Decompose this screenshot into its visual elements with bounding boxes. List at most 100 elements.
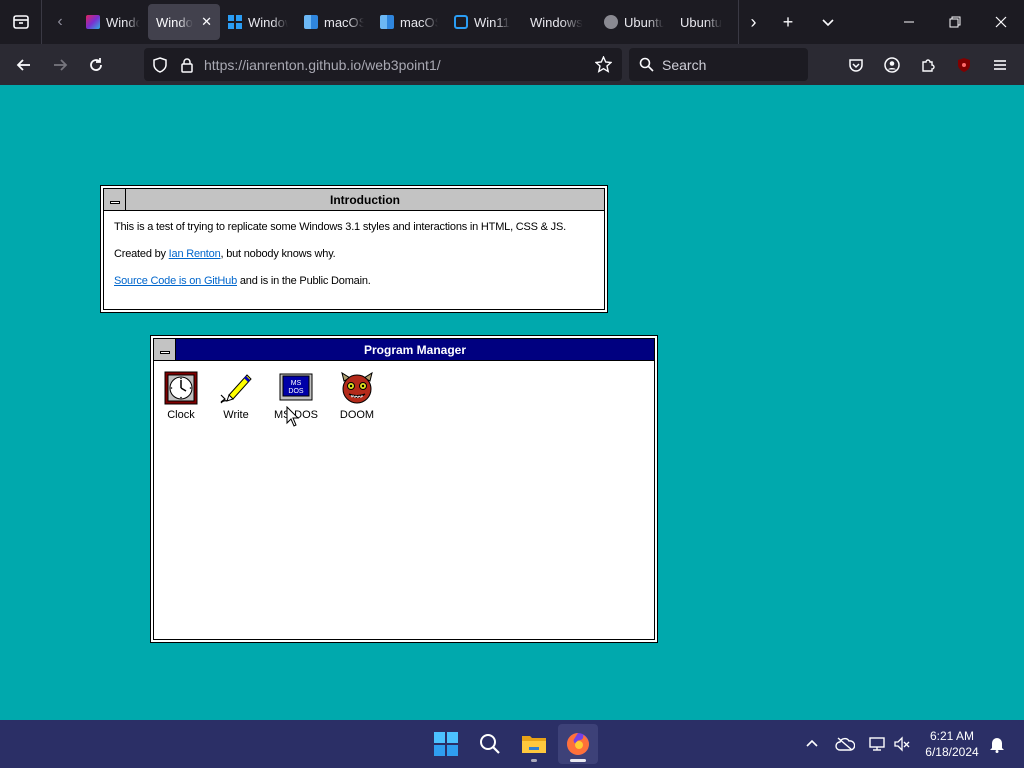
account-button[interactable] — [874, 49, 910, 81]
tab-windows-2[interactable]: Windows — [220, 4, 296, 40]
taskbar-clock[interactable]: 6:21 AM 6/18/2024 — [920, 728, 984, 760]
url-host: https://ianrenton.github.io — [204, 56, 362, 73]
tab-scroll-right-button[interactable]: › — [738, 0, 768, 44]
start-button[interactable] — [426, 724, 466, 764]
finder-icon — [304, 15, 318, 29]
new-tab-button[interactable]: + — [768, 0, 808, 44]
running-indicator — [570, 759, 586, 762]
program-write[interactable]: Write — [206, 371, 266, 421]
tab-label: macOS — [324, 14, 364, 30]
volume-button[interactable] — [890, 720, 914, 768]
system-menu-icon — [109, 201, 120, 204]
notifications-button[interactable] — [986, 720, 1008, 768]
search-placeholder: Search — [662, 56, 707, 73]
win11-icon — [454, 15, 468, 29]
program-manager-body: Clock Write MS DOS MS-DOS DOOM — [154, 361, 654, 641]
tab-macos-1[interactable]: macOS — [296, 4, 372, 40]
url-text[interactable]: https://ianrenton.github.io/web3point1/ — [204, 57, 441, 73]
bookmark-star-icon[interactable] — [595, 56, 612, 73]
account-icon — [884, 56, 900, 73]
onedrive-button[interactable] — [832, 720, 858, 768]
speaker-muted-icon — [894, 736, 910, 752]
doom-face-icon — [340, 371, 374, 405]
author-link[interactable]: Ian Renton — [169, 248, 221, 260]
intro-line-2-post: , but nobody knows why. — [220, 248, 336, 260]
close-tab-icon[interactable]: ✕ — [201, 14, 212, 30]
arrow-right-icon — [54, 58, 68, 71]
address-bar[interactable]: https://ianrenton.github.io/web3point1/ — [144, 48, 622, 81]
write-pen-icon — [219, 371, 253, 405]
mouse-pointer-icon — [286, 406, 300, 427]
tab-windows-31[interactable]: Windows 3.1 ✕ — [148, 4, 220, 40]
window-title: Introduction — [126, 189, 604, 210]
shield-icon[interactable] — [152, 56, 168, 73]
puzzle-icon — [922, 58, 935, 72]
tab-label: Windows — [106, 14, 140, 30]
restore-window-button[interactable] — [932, 0, 978, 44]
introduction-window[interactable]: Introduction This is a test of trying to… — [101, 186, 607, 312]
running-indicator — [531, 759, 537, 762]
pocket-button[interactable] — [838, 49, 874, 81]
tab-label: Ubuntu — [680, 14, 722, 30]
search-icon — [480, 734, 500, 754]
system-menu-button[interactable] — [104, 189, 126, 210]
reload-button[interactable] — [78, 49, 114, 81]
chevron-down-icon — [822, 19, 834, 27]
minimize-window-button[interactable] — [886, 0, 932, 44]
list-all-tabs-button[interactable] — [808, 0, 848, 44]
lock-icon[interactable] — [180, 57, 196, 73]
chevron-up-icon — [806, 739, 818, 747]
browser-tab-strip: ‹ Windows Windows 3.1 ✕ Windows macOS ma… — [0, 0, 1024, 44]
tab-ubuntu-1[interactable]: Ubuntu — [596, 4, 672, 40]
restore-icon — [949, 16, 961, 28]
search-box[interactable]: Search — [629, 48, 808, 81]
msdos-icon-text-2: DOS — [288, 388, 304, 395]
program-clock[interactable]: Clock — [151, 371, 211, 421]
introduction-body: This is a test of trying to replicate so… — [104, 211, 604, 312]
tab-label: macOS — [400, 14, 438, 30]
chevron-right-icon: › — [750, 11, 757, 32]
window-title: Program Manager — [176, 339, 654, 360]
msdos-icon-text-1: MS — [291, 380, 302, 387]
tab-windows-1[interactable]: Windows — [78, 4, 148, 40]
source-code-link[interactable]: Source Code is on GitHub — [114, 275, 237, 287]
close-window-button[interactable] — [978, 0, 1024, 44]
tab-label: Windows 3.1 — [156, 14, 193, 30]
windows-start-icon — [434, 732, 458, 756]
extensions-button[interactable] — [910, 49, 946, 81]
back-button[interactable] — [6, 49, 42, 81]
tab-win11[interactable]: Win11 — [446, 4, 522, 40]
taskbar-search-button[interactable] — [470, 724, 510, 764]
program-manager-window[interactable]: Program Manager Clock Write MS DOS MS-DOS — [151, 336, 657, 642]
windows-taskbar: 6:21 AM 6/18/2024 — [0, 720, 1024, 768]
tab-scroll-left-button[interactable]: ‹ — [42, 0, 78, 44]
reload-icon — [90, 57, 102, 71]
firefox-view-button[interactable] — [0, 0, 42, 44]
firefox-view-icon — [12, 15, 29, 29]
intro-line-3: Source Code is on GitHub and is in the P… — [114, 275, 594, 287]
ublock-button[interactable] — [946, 49, 982, 81]
show-hidden-icons-button[interactable] — [800, 720, 824, 768]
onedrive-offline-icon — [835, 737, 855, 751]
tab-macos-2[interactable]: macOS — [372, 4, 446, 40]
browser-nav-toolbar: https://ianrenton.github.io/web3point1/ … — [0, 44, 1024, 85]
tab-windows-3[interactable]: Windows — [522, 4, 596, 40]
system-menu-button[interactable] — [154, 339, 176, 360]
arrow-left-icon — [16, 58, 30, 71]
taskbar-firefox[interactable] — [558, 724, 598, 764]
program-manager-titlebar[interactable]: Program Manager — [154, 339, 654, 361]
clock-date: 6/18/2024 — [925, 745, 979, 759]
network-button[interactable] — [864, 720, 890, 768]
folder-icon — [522, 736, 546, 753]
forward-button[interactable] — [42, 49, 78, 81]
app-menu-button[interactable] — [982, 49, 1018, 81]
search-icon — [639, 57, 654, 72]
tab-ubuntu-2[interactable]: Ubuntu — [672, 4, 738, 40]
toolbar-icons — [838, 44, 1024, 85]
program-doom[interactable]: DOOM — [327, 371, 387, 421]
finder-icon — [380, 15, 394, 29]
windows-logo-icon — [228, 15, 242, 29]
taskbar-file-explorer[interactable] — [514, 724, 554, 764]
introduction-titlebar[interactable]: Introduction — [104, 189, 604, 211]
tab-label: Ubuntu — [624, 14, 664, 30]
